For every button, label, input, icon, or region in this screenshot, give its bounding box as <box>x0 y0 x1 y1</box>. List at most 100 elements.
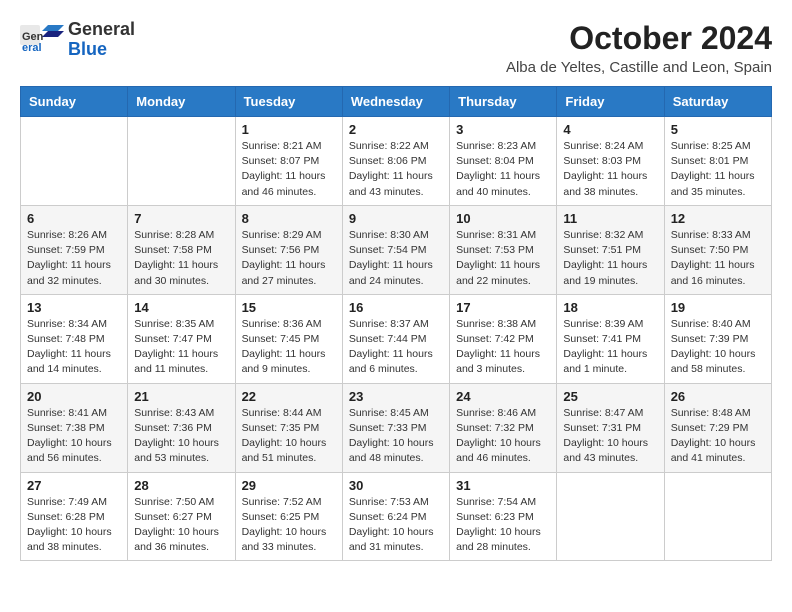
calendar-cell: 27Sunrise: 7:49 AMSunset: 6:28 PMDayligh… <box>21 472 128 561</box>
day-number: 23 <box>349 389 443 404</box>
day-info: Sunrise: 8:41 AMSunset: 7:38 PMDaylight:… <box>27 406 121 467</box>
day-info: Sunrise: 8:40 AMSunset: 7:39 PMDaylight:… <box>671 317 765 378</box>
calendar-cell: 9 Sunrise: 8:30 AMSunset: 7:54 PMDaylight… <box>342 205 449 294</box>
calendar-cell: 21 Sunrise: 8:43 AMSunset: 7:36 PMDayligh… <box>128 383 235 472</box>
day-number: 19 <box>671 300 765 315</box>
day-info: Sunrise: 8:48 AMSunset: 7:29 PMDaylight:… <box>671 406 765 467</box>
day-info: Sunrise: 8:22 AMSunset: 8:06 PMDaylight:… <box>349 139 443 200</box>
day-info: Sunrise: 7:50 AMSunset: 6:27 PMDaylight:… <box>134 495 228 556</box>
calendar-cell: 4Sunrise: 8:24 AMSunset: 8:03 PMDaylight… <box>557 117 664 206</box>
day-info: Sunrise: 7:52 AMSunset: 6:25 PMDaylight:… <box>242 495 336 556</box>
day-number: 1 <box>242 122 336 137</box>
day-info: Sunrise: 8:33 AMSunset: 7:50 PMDaylight:… <box>671 228 765 289</box>
calendar-cell: 19 Sunrise: 8:40 AMSunset: 7:39 PMDayligh… <box>664 294 771 383</box>
day-info: Sunrise: 8:30 AMSunset: 7:54 PMDaylight:… <box>349 228 443 289</box>
logo-general: General <box>68 20 135 40</box>
calendar-cell <box>128 117 235 206</box>
day-number: 15 <box>242 300 336 315</box>
day-number: 28 <box>134 478 228 493</box>
calendar-cell: 28 Sunrise: 7:50 AMSunset: 6:27 PMDayligh… <box>128 472 235 561</box>
weekday-header: Friday <box>557 87 664 117</box>
day-number: 8 <box>242 211 336 226</box>
day-info: Sunrise: 8:24 AMSunset: 8:03 PMDaylight:… <box>563 139 657 200</box>
calendar-table: SundayMondayTuesdayWednesdayThursdayFrid… <box>20 86 772 561</box>
day-number: 13 <box>27 300 121 315</box>
weekday-header: Wednesday <box>342 87 449 117</box>
day-number: 6 <box>27 211 121 226</box>
calendar-week-row: 13 Sunrise: 8:34 AMSunset: 7:48 PMDayligh… <box>21 294 772 383</box>
day-info: Sunrise: 8:39 AMSunset: 7:41 PMDaylight:… <box>563 317 657 378</box>
calendar-cell: 23 Sunrise: 8:45 AMSunset: 7:33 PMDayligh… <box>342 383 449 472</box>
day-number: 12 <box>671 211 765 226</box>
day-info: Sunrise: 8:28 AMSunset: 7:58 PMDaylight:… <box>134 228 228 289</box>
day-number: 11 <box>563 211 657 226</box>
calendar-cell: 5Sunrise: 8:25 AMSunset: 8:01 PMDaylight… <box>664 117 771 206</box>
day-info: Sunrise: 8:36 AMSunset: 7:45 PMDaylight:… <box>242 317 336 378</box>
logo: Gen eral General Blue <box>20 20 135 60</box>
calendar-cell: 13 Sunrise: 8:34 AMSunset: 7:48 PMDayligh… <box>21 294 128 383</box>
calendar-cell: 29 Sunrise: 7:52 AMSunset: 6:25 PMDayligh… <box>235 472 342 561</box>
calendar-cell: 30Sunrise: 7:53 AMSunset: 6:24 PMDayligh… <box>342 472 449 561</box>
day-info: Sunrise: 8:34 AMSunset: 7:48 PMDaylight:… <box>27 317 121 378</box>
day-info: Sunrise: 8:21 AMSunset: 8:07 PMDaylight:… <box>242 139 336 200</box>
calendar-cell: 10 Sunrise: 8:31 AMSunset: 7:53 PMDayligh… <box>450 205 557 294</box>
day-number: 2 <box>349 122 443 137</box>
calendar-cell: 31Sunrise: 7:54 AMSunset: 6:23 PMDayligh… <box>450 472 557 561</box>
day-number: 25 <box>563 389 657 404</box>
calendar-cell: 3Sunrise: 8:23 AMSunset: 8:04 PMDaylight… <box>450 117 557 206</box>
day-info: Sunrise: 8:46 AMSunset: 7:32 PMDaylight:… <box>456 406 550 467</box>
logo-icon: Gen eral <box>20 21 64 59</box>
logo-blue: Blue <box>68 40 135 60</box>
day-info: Sunrise: 8:44 AMSunset: 7:35 PMDaylight:… <box>242 406 336 467</box>
day-number: 14 <box>134 300 228 315</box>
day-info: Sunrise: 8:23 AMSunset: 8:04 PMDaylight:… <box>456 139 550 200</box>
calendar-cell: 18 Sunrise: 8:39 AMSunset: 7:41 PMDayligh… <box>557 294 664 383</box>
day-number: 17 <box>456 300 550 315</box>
day-number: 26 <box>671 389 765 404</box>
calendar-cell: 17Sunrise: 8:38 AMSunset: 7:42 PMDayligh… <box>450 294 557 383</box>
day-info: Sunrise: 8:37 AMSunset: 7:44 PMDaylight:… <box>349 317 443 378</box>
calendar-body: 1 Sunrise: 8:21 AMSunset: 8:07 PMDaylight… <box>21 117 772 561</box>
day-number: 10 <box>456 211 550 226</box>
calendar-cell: 2 Sunrise: 8:22 AMSunset: 8:06 PMDaylight… <box>342 117 449 206</box>
weekday-header: Tuesday <box>235 87 342 117</box>
calendar-cell: 6 Sunrise: 8:26 AMSunset: 7:59 PMDaylight… <box>21 205 128 294</box>
day-info: Sunrise: 8:43 AMSunset: 7:36 PMDaylight:… <box>134 406 228 467</box>
day-number: 29 <box>242 478 336 493</box>
day-number: 22 <box>242 389 336 404</box>
weekday-header: Monday <box>128 87 235 117</box>
calendar-cell: 26 Sunrise: 8:48 AMSunset: 7:29 PMDayligh… <box>664 383 771 472</box>
calendar-cell: 11Sunrise: 8:32 AMSunset: 7:51 PMDayligh… <box>557 205 664 294</box>
day-number: 18 <box>563 300 657 315</box>
calendar-cell: 20 Sunrise: 8:41 AMSunset: 7:38 PMDayligh… <box>21 383 128 472</box>
day-number: 5 <box>671 122 765 137</box>
title-area: October 2024 Alba de Yeltes, Castille an… <box>506 20 772 76</box>
calendar-cell: 15 Sunrise: 8:36 AMSunset: 7:45 PMDayligh… <box>235 294 342 383</box>
calendar-cell: 16 Sunrise: 8:37 AMSunset: 7:44 PMDayligh… <box>342 294 449 383</box>
calendar-week-row: 6 Sunrise: 8:26 AMSunset: 7:59 PMDaylight… <box>21 205 772 294</box>
calendar-cell: 7Sunrise: 8:28 AMSunset: 7:58 PMDaylight… <box>128 205 235 294</box>
month-title: October 2024 <box>506 20 772 57</box>
calendar-cell: 25 Sunrise: 8:47 AMSunset: 7:31 PMDayligh… <box>557 383 664 472</box>
calendar-cell: 1 Sunrise: 8:21 AMSunset: 8:07 PMDaylight… <box>235 117 342 206</box>
calendar-week-row: 27Sunrise: 7:49 AMSunset: 6:28 PMDayligh… <box>21 472 772 561</box>
weekday-header: Saturday <box>664 87 771 117</box>
location-subtitle: Alba de Yeltes, Castille and Leon, Spain <box>506 59 772 76</box>
day-info: Sunrise: 8:26 AMSunset: 7:59 PMDaylight:… <box>27 228 121 289</box>
day-info: Sunrise: 8:35 AMSunset: 7:47 PMDaylight:… <box>134 317 228 378</box>
calendar-week-row: 20 Sunrise: 8:41 AMSunset: 7:38 PMDayligh… <box>21 383 772 472</box>
day-number: 21 <box>134 389 228 404</box>
day-info: Sunrise: 8:45 AMSunset: 7:33 PMDaylight:… <box>349 406 443 467</box>
day-info: Sunrise: 8:31 AMSunset: 7:53 PMDaylight:… <box>456 228 550 289</box>
day-number: 9 <box>349 211 443 226</box>
day-number: 20 <box>27 389 121 404</box>
day-number: 30 <box>349 478 443 493</box>
svg-text:eral: eral <box>22 42 42 54</box>
calendar-cell: 24 Sunrise: 8:46 AMSunset: 7:32 PMDayligh… <box>450 383 557 472</box>
day-number: 24 <box>456 389 550 404</box>
weekday-header: Thursday <box>450 87 557 117</box>
day-number: 16 <box>349 300 443 315</box>
day-info: Sunrise: 8:29 AMSunset: 7:56 PMDaylight:… <box>242 228 336 289</box>
calendar-week-row: 1 Sunrise: 8:21 AMSunset: 8:07 PMDaylight… <box>21 117 772 206</box>
day-info: Sunrise: 8:47 AMSunset: 7:31 PMDaylight:… <box>563 406 657 467</box>
